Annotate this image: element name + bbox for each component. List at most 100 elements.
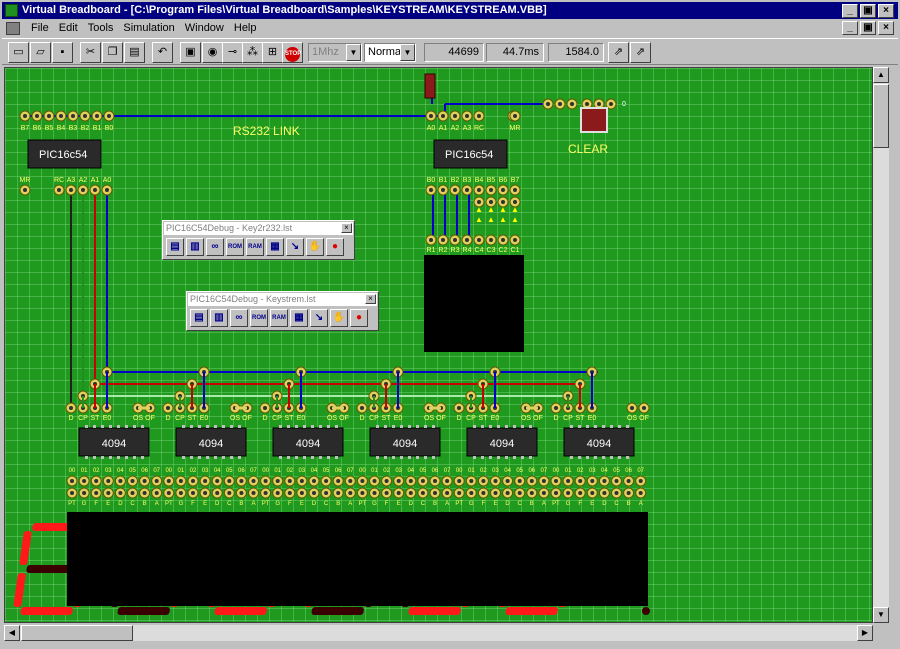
pin-hole [35, 114, 39, 118]
watch-icon[interactable]: ∞ [206, 238, 224, 256]
menu-help[interactable]: Help [229, 20, 262, 37]
stop-button[interactable]: STOP [282, 42, 303, 63]
pin-label: ST [285, 415, 295, 422]
chevron-down-icon[interactable]: ▼ [400, 44, 415, 61]
horizontal-scroll-thumb[interactable] [21, 625, 133, 641]
ram-button[interactable]: RAM [246, 238, 264, 256]
step-icon[interactable]: ↘ [286, 238, 304, 256]
open-icon[interactable]: ▱ [30, 42, 51, 63]
train-icon[interactable]: ⊞ [262, 42, 283, 63]
pin-hole [558, 102, 562, 106]
pin-hole [166, 479, 171, 483]
segment-pin-label: F [578, 501, 582, 507]
pin-label: R1 [427, 247, 436, 254]
copy-icon[interactable]: ❐ [102, 42, 123, 63]
seven-segment-display [67, 512, 648, 606]
chip-leg [521, 425, 524, 428]
pin-label: A0 [103, 177, 112, 184]
arrow-icon: ▲ [475, 215, 483, 224]
pin-label: A2 [79, 177, 88, 184]
scroll-down-icon[interactable]: ▼ [873, 607, 889, 623]
chip-icon[interactable]: ▣ [180, 42, 201, 63]
step-icon[interactable]: ⇗ [608, 42, 629, 63]
hand-icon[interactable]: ✋ [330, 309, 348, 327]
breakpoint-icon[interactable]: ● [326, 238, 344, 256]
pin-hole [585, 102, 589, 106]
run-icon[interactable]: ⇗ [630, 42, 651, 63]
watch-icon[interactable]: ∞ [230, 309, 248, 327]
close-icon[interactable]: × [365, 294, 376, 304]
breadboard-canvas[interactable]: B7 B6 B5 B4 B3 B2 B1 B0 MR RC A3 A2 A1 A0 A0 A1 A2 A3 RC MR… [4, 67, 873, 623]
close-button[interactable]: × [878, 4, 894, 18]
maximize-button[interactable]: ▣ [860, 4, 876, 18]
menu-simulation[interactable]: Simulation [118, 20, 179, 37]
child-close-button[interactable]: × [878, 21, 894, 35]
save-icon[interactable]: ▪ [52, 42, 73, 63]
pin-label: RC [54, 177, 64, 184]
mode-select[interactable]: Normal ▼ [364, 43, 416, 62]
debug-window-keystrem[interactable]: PIC16C54Debug - Keystrem.lst × ▤ ▥ ∞ ROM RAM ▦… [186, 291, 379, 331]
pin-hole [312, 491, 316, 495]
shift-chip-label: 4094 [102, 438, 126, 450]
menu-tools[interactable]: Tools [83, 20, 119, 37]
pin-hole [453, 188, 457, 192]
pin-label: E0 [394, 415, 403, 422]
menu-edit[interactable]: Edit [54, 20, 83, 37]
vertical-scroll-thumb[interactable] [873, 84, 889, 148]
record-icon[interactable]: ◉ [202, 42, 223, 63]
child-minimize-button[interactable]: _ [842, 21, 858, 35]
registers-icon[interactable]: ▥ [210, 309, 228, 327]
clear-button[interactable] [580, 107, 608, 133]
segment-pin-label: E [590, 501, 594, 507]
child-restore-button[interactable]: ▣ [860, 21, 876, 35]
grid-icon[interactable]: ⁂ [242, 42, 263, 63]
chip-leg [594, 456, 597, 459]
close-icon[interactable]: × [341, 223, 352, 233]
clock-select[interactable]: 1Mhz ▼ [308, 43, 362, 62]
chevron-down-icon[interactable]: ▼ [346, 44, 361, 61]
memory-icon[interactable]: ▦ [266, 238, 284, 256]
hand-icon[interactable]: ✋ [306, 238, 324, 256]
output-pin-label: 03 [105, 468, 112, 474]
pin-hole [324, 491, 329, 495]
ram-button[interactable]: RAM [270, 309, 288, 327]
menu-window[interactable]: Window [180, 20, 229, 37]
rom-button[interactable]: ROM [226, 238, 244, 256]
segment-pin-label: A [445, 501, 449, 507]
cut-icon[interactable]: ✂ [80, 42, 101, 63]
pin-hole [263, 406, 267, 410]
output-pin-label: 07 [637, 468, 644, 474]
pin-hole [505, 479, 510, 483]
file-icon[interactable]: ▤ [166, 238, 184, 256]
breakpoint-icon[interactable]: ● [350, 309, 368, 327]
output-pin-label: 01 [178, 468, 185, 474]
step-icon[interactable]: ↘ [310, 309, 328, 327]
minimize-button[interactable]: _ [842, 4, 858, 18]
pin-hole [477, 114, 481, 118]
scroll-right-icon[interactable]: ▶ [857, 625, 873, 641]
probe-icon[interactable]: ⊸ [222, 42, 243, 63]
chip-leg [303, 456, 306, 459]
debug-window-key2r232[interactable]: PIC16C54Debug - Key2r232.lst × ▤ ▥ ∞ ROM RAM ▦… [162, 220, 355, 260]
menu-file[interactable]: File [26, 20, 54, 37]
pin-label: ST [576, 415, 586, 422]
rom-button[interactable]: ROM [250, 309, 268, 327]
file-icon[interactable]: ▤ [190, 309, 208, 327]
undo-icon[interactable]: ↶ [152, 42, 173, 63]
pin-label: E0 [491, 415, 500, 422]
chip-leg [279, 456, 282, 459]
registers-icon[interactable]: ▥ [186, 238, 204, 256]
new-icon[interactable]: ▭ [8, 42, 29, 63]
pin-label: OS [424, 415, 434, 422]
segment-pin-label: D [215, 501, 220, 507]
vertical-scrollbar[interactable]: ▲ ▼ [873, 67, 889, 623]
memory-icon[interactable]: ▦ [290, 309, 308, 327]
paste-icon[interactable]: ▤ [124, 42, 145, 63]
pin-hole [614, 479, 619, 483]
scroll-left-icon[interactable]: ◀ [4, 625, 20, 641]
pin-hole [191, 479, 195, 483]
pin-label: CP [175, 415, 185, 422]
document-icon[interactable] [6, 22, 20, 35]
horizontal-scrollbar[interactable]: ◀ ▶ [4, 625, 873, 641]
scroll-up-icon[interactable]: ▲ [873, 67, 889, 83]
